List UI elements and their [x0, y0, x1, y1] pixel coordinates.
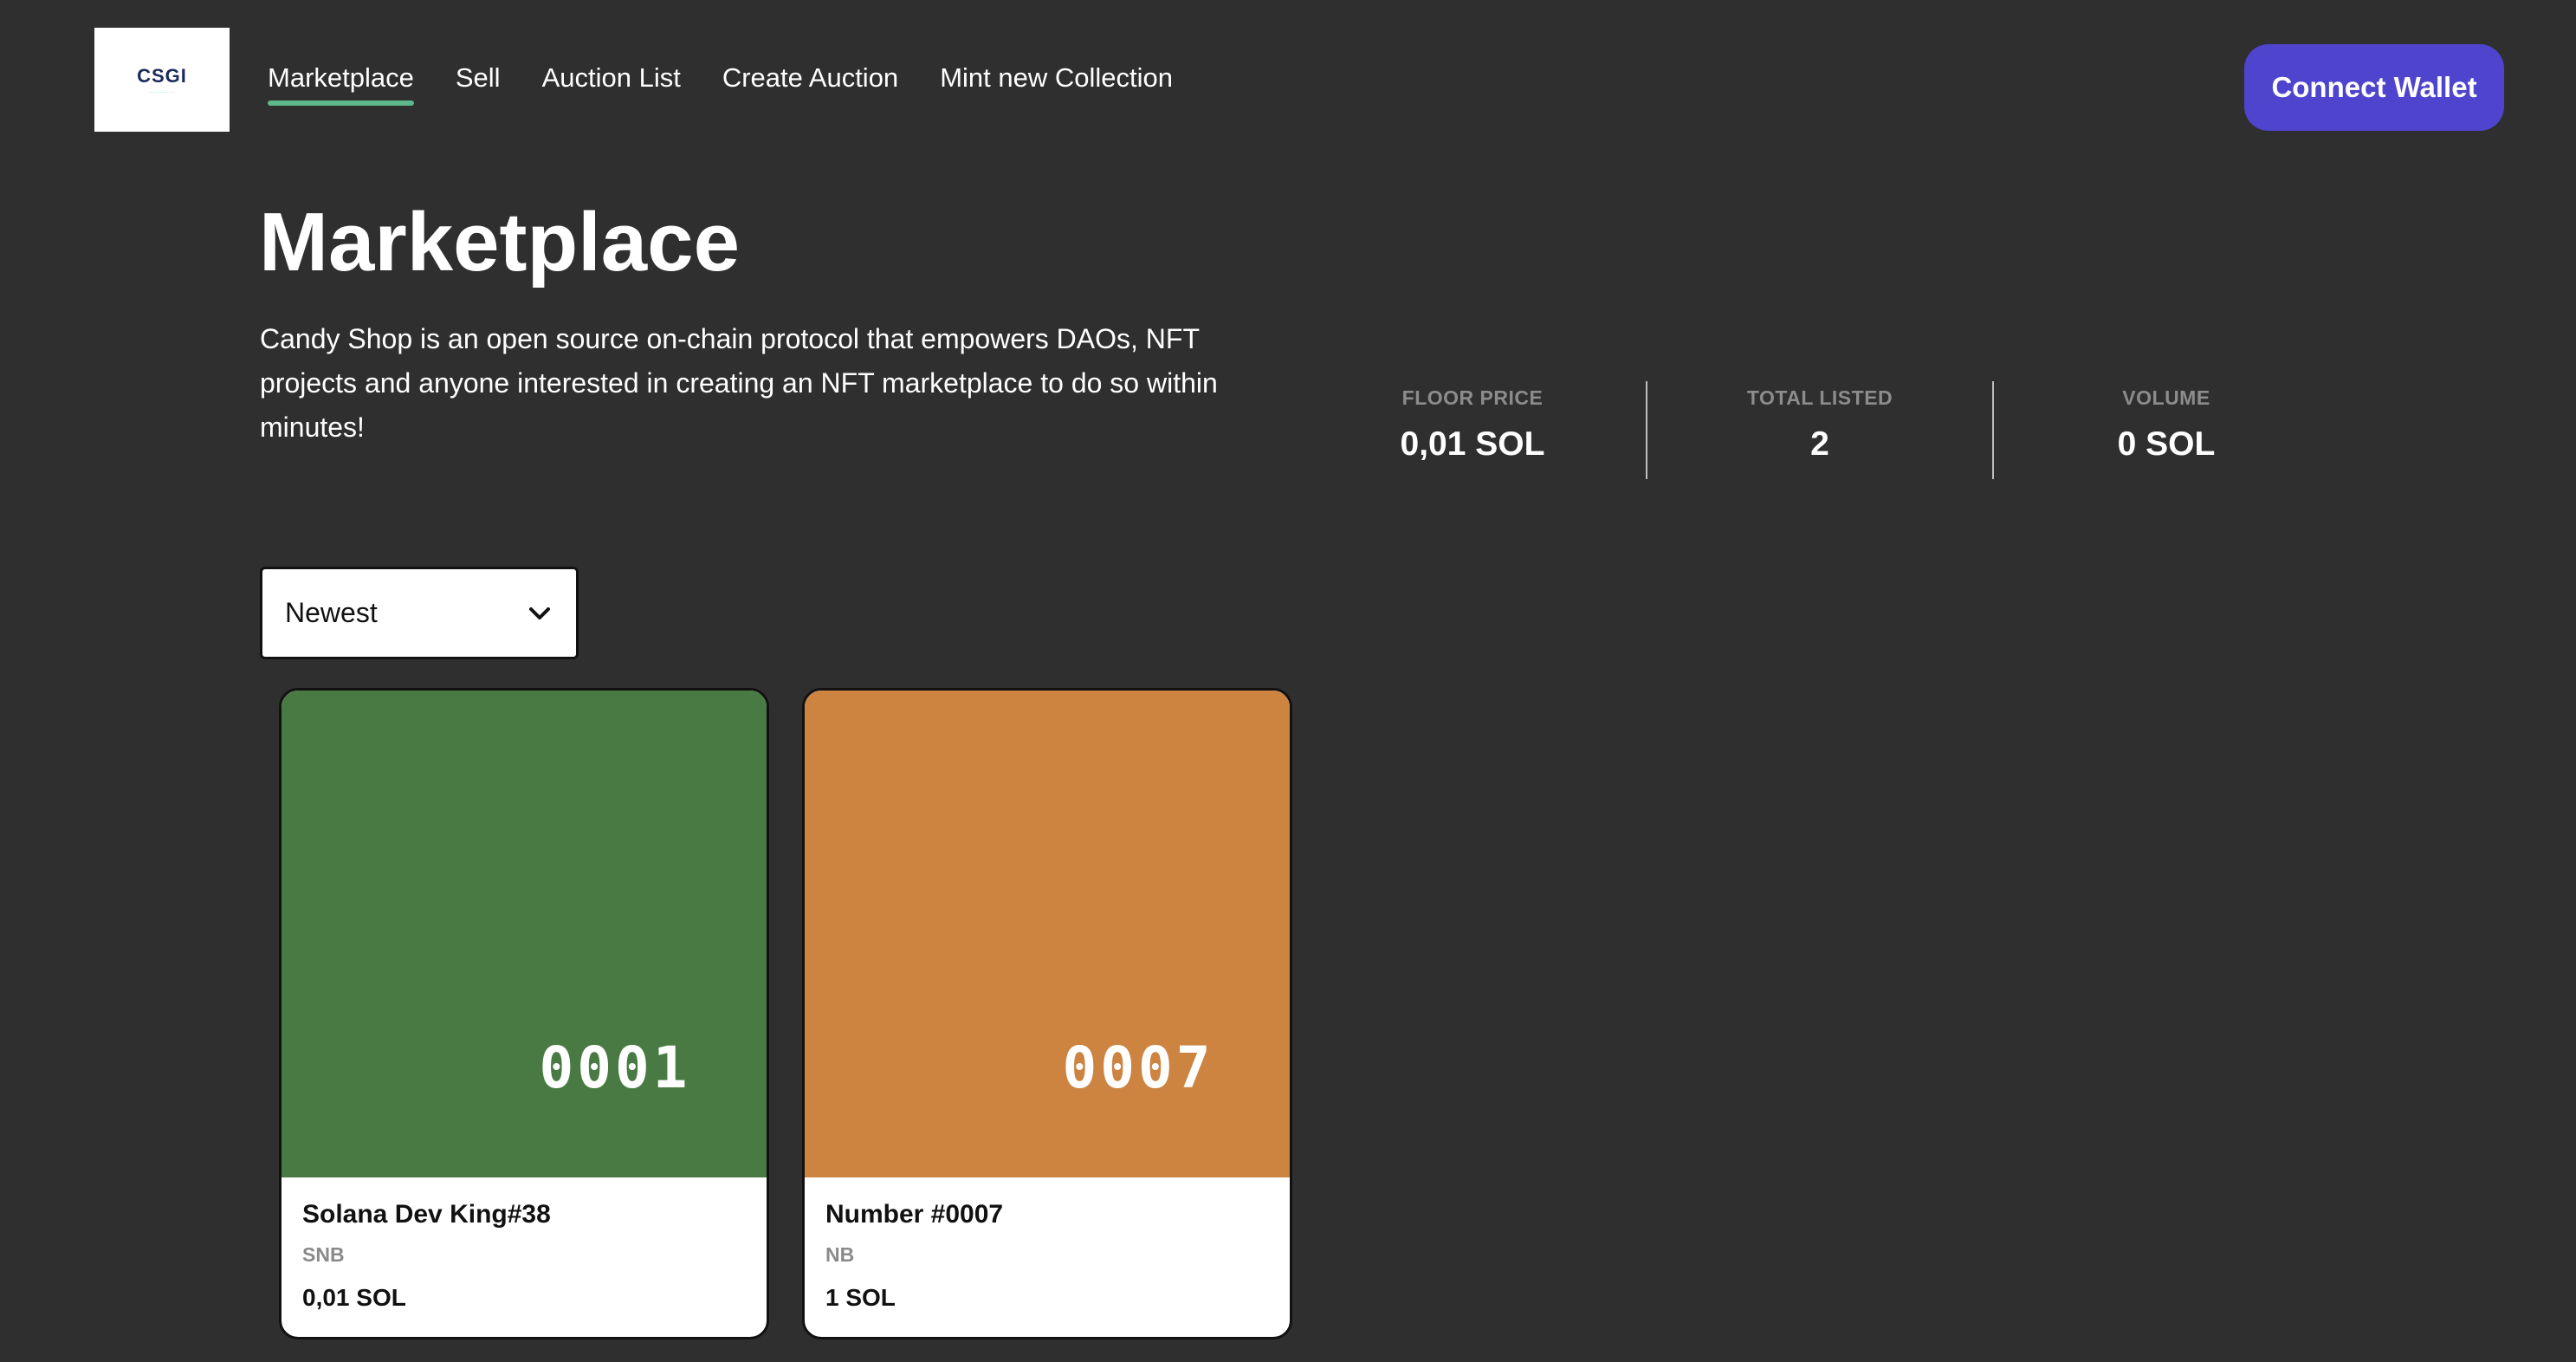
stat-value: 0 SOL: [2117, 425, 2216, 463]
stat-label: VOLUME: [2122, 386, 2210, 409]
page-title: Marketplace: [259, 196, 740, 289]
sort-dropdown[interactable]: Newest: [260, 567, 579, 659]
nft-symbol: NB: [825, 1243, 855, 1266]
nav-item-marketplace[interactable]: Marketplace: [268, 62, 414, 106]
nft-image: 0007: [805, 691, 1290, 1177]
page-description: Candy Shop is an open source on-chain pr…: [260, 323, 1218, 443]
nav-item-sell[interactable]: Sell: [456, 62, 501, 106]
chevron-down-icon: [529, 606, 550, 619]
nft-image: 0001: [282, 691, 767, 1177]
nft-price: 1 SOL: [825, 1284, 896, 1311]
nft-info: Solana Dev King#38 SNB 0,01 SOL: [282, 1177, 767, 1312]
stat-label: TOTAL LISTED: [1746, 386, 1893, 409]
stat-total-listed: TOTAL LISTED 2: [1646, 381, 1992, 479]
logo-text: CSGI: [137, 64, 187, 87]
nft-name: Number #0007: [825, 1200, 1004, 1229]
logo[interactable]: CSGI ············: [94, 28, 230, 132]
stat-floor-price: FLOOR PRICE 0,01 SOL: [1299, 381, 1646, 479]
connect-wallet-button[interactable]: Connect Wallet: [2244, 44, 2504, 131]
page: CSGI ············ Marketplace Sell Aucti…: [0, 0, 2576, 1362]
stat-label: FLOOR PRICE: [1401, 386, 1544, 409]
main-nav: Marketplace Sell Auction List Create Auc…: [268, 62, 1214, 106]
nft-number-art: 0001: [540, 1042, 691, 1094]
nav-item-create-auction[interactable]: Create Auction: [722, 62, 898, 106]
nft-number-art: 0007: [1063, 1042, 1214, 1094]
nft-number-text: 0001: [540, 1042, 691, 1094]
nav-item-auction-list[interactable]: Auction List: [542, 62, 681, 106]
nft-info: Number #0007 NB 1 SOL: [805, 1177, 1290, 1312]
nft-number-text: 0007: [1063, 1042, 1214, 1094]
nft-symbol: SNB: [302, 1243, 345, 1266]
nft-card[interactable]: 0007 Number #0007 NB 1 SOL: [802, 688, 1292, 1339]
sort-selected-value: Newest: [285, 597, 378, 628]
nft-card[interactable]: 0001 Solana Dev King#38 SNB 0,01 SOL: [279, 688, 769, 1339]
marketplace-stats: FLOOR PRICE 0,01 SOL TOTAL LISTED 2 VOLU…: [1299, 381, 2339, 479]
stat-value: 2: [1810, 425, 1829, 463]
stat-volume: VOLUME 0 SOL: [1992, 381, 2339, 479]
stat-value: 0,01 SOL: [1400, 425, 1545, 463]
nft-price: 0,01 SOL: [302, 1284, 406, 1311]
logo-subtext: ············: [149, 89, 175, 95]
nav-item-mint-new-collection[interactable]: Mint new Collection: [940, 62, 1173, 106]
nft-name: Solana Dev King#38: [302, 1200, 551, 1229]
